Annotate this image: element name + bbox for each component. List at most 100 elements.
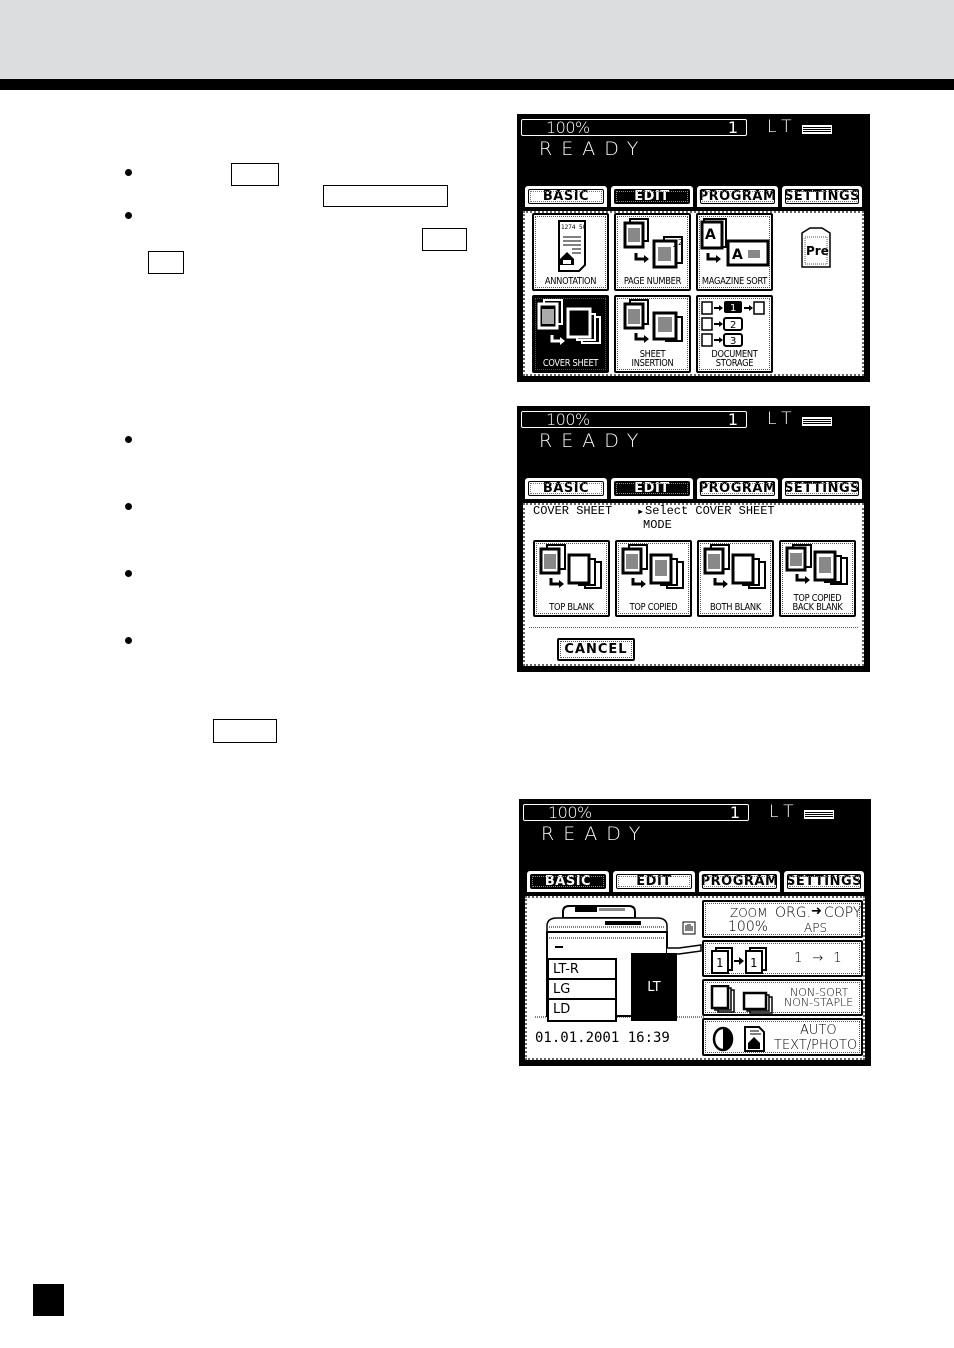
bullet [125,637,132,644]
duplex-button[interactable]: 1 1 1 → 1 [702,940,863,977]
top-blank-label: TOP BLANK [549,602,594,613]
svg-text:2: 2 [678,238,683,247]
cancel-button[interactable]: CANCEL [557,638,635,661]
preset-label: Pre [806,244,829,258]
tray-ld[interactable]: LD [549,1000,615,1020]
status-area: 100% 1 LT READY [519,116,868,182]
basic-content-area: LT-R LG LD LT 01.01.2001 16:39 ZOOM 100%… [523,894,867,1062]
finishing-icon [710,985,773,1014]
zoom-readout: 100% [546,118,590,137]
tab-bar: BASIC EDIT PROGRAM SETTINGS [519,182,868,209]
svg-text:1: 1 [672,240,677,249]
status-area: 100% 1 LT READY [521,801,869,867]
preset-icon: Pre [801,227,831,268]
duplex-mode-value: 1 → 1 [794,951,842,966]
tab-program[interactable]: PROGRAM [695,184,780,209]
counter-box: 100% 1 [521,118,747,137]
edit-content-area: 1274 50 ANNOTATION 1 2 PAGE NUMBER A A M… [521,209,866,378]
bullet [125,169,132,176]
image-mode-button[interactable]: AUTO TEXT/PHOTO [702,1018,863,1056]
cover-sheet-button[interactable]: COVER SHEET [532,295,609,373]
svg-text:A: A [732,247,743,263]
zoom-label: ZOOM [730,906,768,920]
key-box [231,163,279,186]
copy-quantity: 1 [727,410,738,429]
paper-size-readout: LT [767,409,799,429]
annotation-number-text: 1274 50 [561,224,587,231]
tab-edit[interactable]: EDIT [611,869,697,894]
magazine-sort-label: MAGAZINE SORT [701,276,768,287]
storage-slot-1: 1 [730,303,736,314]
tab-edit[interactable]: EDIT [609,476,695,501]
both-blank-label: BOTH BLANK [710,602,761,613]
cover-sheet-icon [537,299,601,345]
preset-button[interactable]: Pre [798,225,834,270]
org-label: ORG. [775,905,812,921]
copier-panel-edit-menu: 100% 1 LT READY BASIC EDIT PROGRAM SETTI… [517,114,870,382]
section-title: COVER SHEET [533,504,613,518]
counter-box: 100% 1 [523,803,749,822]
tray-lt-selected[interactable]: LT [631,953,677,1021]
magazine-sort-button[interactable]: A A MAGAZINE SORT [696,213,773,291]
copier-panel-basic: 100% 1 LT READY BASIC EDIT PROGRAM SETTI… [519,799,871,1066]
status-message: READY [539,430,648,452]
both-blank-button[interactable]: BOTH BLANK [697,540,774,617]
text-photo-icon [744,1026,765,1052]
annotation-label: ANNOTATION [544,276,597,287]
bullet [125,570,132,577]
tab-settings[interactable]: SETTINGS [782,869,866,894]
top-copied-button[interactable]: TOP COPIED [615,540,692,617]
bullet [125,503,132,510]
paper-tray-icon [802,417,832,426]
instruction-pointer-icon: ▸ [637,505,645,519]
document-storage-button[interactable]: 1 2 3 DOCUMENT STORAGE [696,295,773,373]
tab-program[interactable]: PROGRAM [695,476,780,501]
aps-value: APS [804,921,828,935]
divider [529,627,858,628]
tab-basic[interactable]: BASIC [523,476,609,501]
tab-settings[interactable]: SETTINGS [780,184,864,209]
paper-tray-icon [804,810,834,819]
top-copied-back-blank-label: TOP COPIED BACK BLANK [792,593,843,613]
tab-settings[interactable]: SETTINGS [780,476,864,501]
zoom-readout: 100% [548,803,592,822]
storage-slot-3: 3 [730,336,736,347]
key-box [148,251,184,274]
zoom-orig-copy-button[interactable]: ZOOM 100% ORG. ➜ COPY APS [702,900,863,938]
sheet-insertion-button[interactable]: SHEET INSERTION [614,295,691,373]
top-blank-button[interactable]: TOP BLANK [533,540,610,617]
status-message: READY [539,138,648,160]
zoom-value: 100% [728,919,769,935]
page-number-marker [33,1284,64,1316]
copy-label: COPY [824,905,862,921]
page-header-band [0,0,954,79]
header-rule [0,79,954,90]
top-copied-back-blank-button[interactable]: TOP COPIED BACK BLANK [779,540,856,617]
bullet [125,212,132,219]
instruction-text-line2: MODE [643,518,672,532]
paper-size-readout: LT [769,802,801,822]
annotation-button[interactable]: 1274 50 ANNOTATION [532,213,609,291]
image-mode-line2: TEXT/PHOTO [774,1038,858,1053]
storage-slot-2: 2 [730,320,736,331]
document-storage-label: DOCUMENT STORAGE [711,349,758,369]
paper-tray-list: LT-R LG LD [547,958,617,1022]
cover-sheet-label: COVER SHEET [542,358,599,369]
copy-quantity: 1 [729,803,740,822]
tray-lt-r[interactable]: LT-R [549,960,615,980]
tab-basic[interactable]: BASIC [525,869,611,894]
copier-panel-cover-sheet: 100% 1 LT READY BASIC EDIT PROGRAM SETTI… [517,406,870,672]
annotation-icon: 1274 50 [558,220,587,272]
top-blank-icon [539,544,602,589]
tab-program[interactable]: PROGRAM [697,869,782,894]
status-area: 100% 1 LT READY [519,408,868,474]
tab-edit[interactable]: EDIT [609,184,695,209]
duplex-icon: 1 1 [711,947,767,974]
key-box [323,185,448,207]
finishing-button[interactable]: NON-SORT NON-STAPLE [702,979,863,1016]
svg-text:1: 1 [750,956,757,970]
tray-lg[interactable]: LG [549,980,615,1000]
tab-basic[interactable]: BASIC [523,184,609,209]
page-number-button[interactable]: 1 2 PAGE NUMBER [614,213,691,291]
counter-box: 100% 1 [521,410,747,429]
